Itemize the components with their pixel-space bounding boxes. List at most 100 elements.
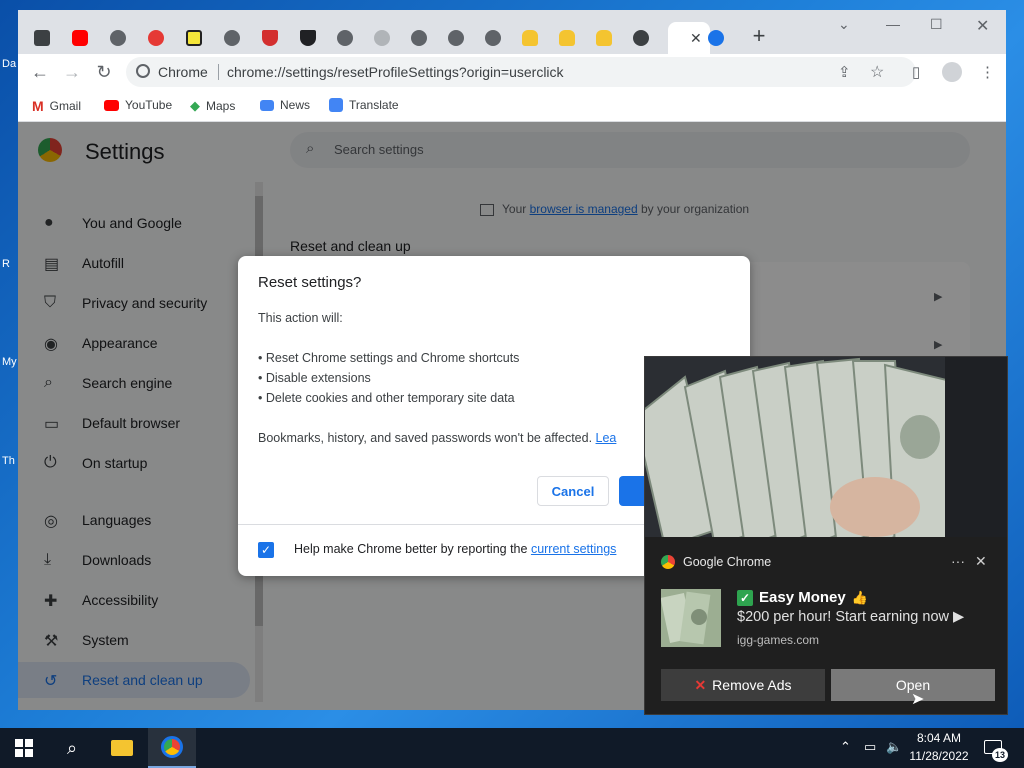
bookmark-maps[interactable]: ◆ Maps [190, 98, 235, 114]
bookmark-gmail[interactable]: M Gmail [32, 98, 81, 114]
minimize-icon[interactable]: — [886, 16, 900, 32]
bookmark-label: Maps [206, 99, 236, 113]
tab[interactable] [138, 24, 174, 52]
bookmark-youtube[interactable]: YouTube [104, 98, 172, 112]
folder-icon [111, 740, 133, 756]
tab[interactable] [438, 24, 474, 52]
taskbar-chrome[interactable] [148, 728, 196, 768]
profile-avatar-icon[interactable] [942, 62, 962, 82]
lock-icon [559, 30, 575, 46]
divider [218, 64, 219, 80]
remove-ads-button[interactable]: ✕ Remove Ads [661, 669, 825, 701]
close-icon[interactable]: ✕ [975, 553, 987, 570]
checkbox-label-text: Help make Chrome better by reporting the [294, 542, 528, 556]
globe-icon [337, 30, 353, 46]
volume-icon[interactable]: 🔈 [886, 739, 902, 755]
notification-hero-image [645, 357, 1007, 537]
url-text[interactable]: chrome://settings/resetProfileSettings?o… [227, 64, 564, 80]
tab[interactable] [62, 24, 98, 52]
notification-app: Google Chrome [661, 555, 771, 569]
tab-favicon-icon [34, 30, 50, 46]
desktop-label[interactable]: Th [2, 455, 15, 467]
news-icon [260, 99, 274, 111]
tab[interactable] [623, 24, 659, 52]
chevron-up-icon[interactable]: ⌃ [840, 739, 851, 755]
chrome-icon [661, 555, 675, 569]
tab[interactable] [176, 24, 212, 52]
taskbar: ⌕ ⌃ ▭ 🔈 8:04 AM 11/28/2022 13 [0, 728, 1024, 768]
cancel-button[interactable]: Cancel [537, 476, 609, 506]
current-settings-link[interactable]: current settings [531, 542, 616, 556]
report-checkbox[interactable]: ✓ [258, 542, 274, 558]
globe-icon [110, 30, 126, 46]
network-icon[interactable]: ▭ [864, 739, 876, 755]
share-icon[interactable]: ⇪ [838, 63, 851, 81]
money-photo-icon [645, 357, 1007, 537]
menu-kebab-icon[interactable]: ⋮ [980, 63, 995, 81]
dialog-intro: This action will: [258, 311, 343, 325]
tab[interactable] [401, 24, 437, 52]
desktop-label[interactable]: Da [2, 58, 16, 70]
tab[interactable] [290, 24, 326, 52]
tab[interactable] [252, 24, 288, 52]
back-icon[interactable]: ← [28, 60, 52, 84]
bookmark-label: YouTube [125, 98, 173, 112]
taskbar-search-button[interactable]: ⌕ [48, 728, 96, 768]
thumbs-up-icon: 👍 [851, 589, 868, 605]
desktop-label[interactable]: R [2, 258, 10, 270]
notification-title: ✓ Easy Money 👍 [737, 589, 868, 606]
new-tab-button[interactable]: + [746, 24, 772, 50]
tab[interactable] [512, 24, 548, 52]
report-checkbox-label: Help make Chrome better by reporting the… [294, 542, 616, 556]
notification-source: igg-games.com [737, 633, 820, 647]
tab[interactable] [24, 24, 60, 52]
maps-icon: ◆ [190, 98, 200, 113]
dialog-note: Bookmarks, history, and saved passwords … [258, 431, 616, 445]
close-window-icon[interactable]: ✕ [976, 16, 989, 36]
tab[interactable] [364, 24, 400, 52]
forward-icon[interactable]: → [60, 60, 84, 84]
tab[interactable] [586, 24, 622, 52]
red-x-icon: ✕ [694, 676, 707, 693]
tab[interactable] [475, 24, 511, 52]
bookmark-star-icon[interactable]: ☆ [870, 62, 884, 82]
gmail-icon: M [32, 98, 44, 114]
search-icon: ⌕ [66, 737, 78, 758]
translate-icon [329, 98, 343, 112]
chrome-icon [161, 736, 183, 758]
tab[interactable] [698, 24, 734, 52]
tab[interactable] [327, 24, 363, 52]
tab[interactable] [549, 24, 585, 52]
money-thumbnail-icon [661, 589, 721, 647]
bookmark-translate[interactable]: Translate [329, 98, 399, 112]
check-mark-icon: ✓ [737, 589, 753, 606]
dialog-bullet: • Delete cookies and other temporary sit… [258, 391, 515, 405]
globe-icon [411, 30, 427, 46]
youtube-icon [72, 30, 88, 46]
windows-logo-icon [15, 739, 33, 757]
maximize-icon[interactable]: ☐ [930, 16, 943, 33]
reload-icon[interactable]: ↻ [92, 60, 116, 84]
dialog-bullet: • Disable extensions [258, 371, 371, 385]
desktop-label[interactable]: My [2, 356, 17, 368]
taskbar-file-explorer[interactable] [98, 728, 146, 768]
tab[interactable] [100, 24, 136, 52]
bookmark-news[interactable]: News [260, 98, 310, 112]
browser-toolbar: ← → ↻ Chrome chrome://settings/resetProf… [18, 54, 1006, 90]
side-panel-icon[interactable]: ▯ [912, 63, 920, 81]
start-button[interactable] [0, 728, 48, 768]
address-bar[interactable]: Chrome chrome://settings/resetProfileSet… [126, 57, 916, 87]
dialog-title: Reset settings? [258, 274, 362, 291]
tab[interactable] [214, 24, 250, 52]
chrome-notification[interactable]: Google Chrome ··· ✕ ✓ Easy Money 👍 $200 … [644, 356, 1008, 715]
learn-more-link[interactable]: Lea [596, 431, 617, 445]
bookmark-label: News [280, 98, 311, 112]
tab-favicon-icon [148, 30, 164, 46]
globe-icon [224, 30, 240, 46]
clock-time[interactable]: 8:04 AM [906, 731, 972, 745]
chrome-icon [633, 30, 649, 46]
tab-favicon-icon [374, 30, 390, 46]
tab-search-icon[interactable]: ⌄ [838, 16, 850, 33]
more-options-icon[interactable]: ··· [951, 553, 965, 569]
clock-date[interactable]: 11/28/2022 [906, 749, 972, 763]
